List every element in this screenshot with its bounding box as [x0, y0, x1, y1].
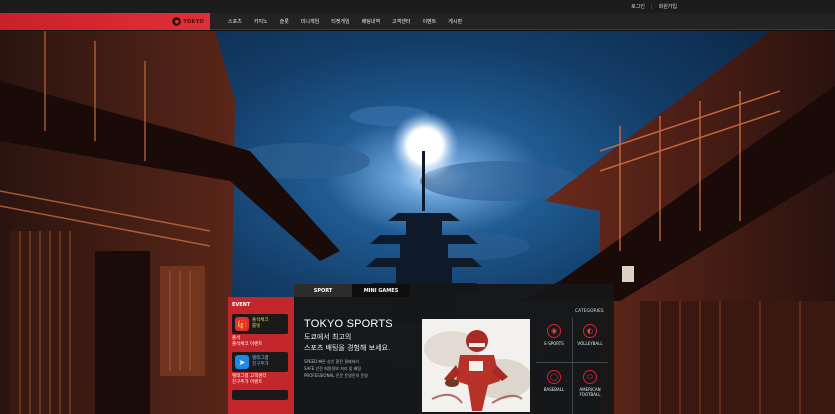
gamepad-icon: ◉ — [547, 324, 561, 338]
login-link[interactable]: 로그인 — [631, 3, 645, 10]
logo-text: TOKYO — [183, 18, 204, 25]
category-label: E-SPORTS — [544, 341, 564, 346]
category-baseball[interactable]: ◯ BASEBALL — [536, 364, 572, 400]
tab-mini-games[interactable]: MINI GAMES — [352, 284, 410, 297]
gift-icon: 🎁 — [235, 317, 249, 331]
sport-subtitle-1: 도쿄에서 최고의 — [304, 333, 352, 341]
nav-menu: 스포츠 카지노 슬롯 미니게임 티켓게임 배팅내역 고객센터 이벤트 게시판 — [222, 13, 468, 30]
nav-item-bet-history[interactable]: 배팅내역 — [356, 18, 386, 25]
baseball-icon: ◯ — [547, 370, 561, 384]
event-title: EVENT — [232, 302, 251, 308]
football-icon: ⬭ — [583, 370, 597, 384]
telegram-friend-banner[interactable]: ➤ 텔레그램 친구추가 — [232, 352, 288, 372]
sport-panel: SPORT MINI GAMES TOKYO SPORTS 도쿄에서 최고의 스… — [294, 284, 614, 414]
logo-emblem-icon: ● — [172, 17, 182, 26]
nav-item-slot[interactable]: 슬롯 — [274, 18, 295, 25]
attendance-badge-label: 출석체크 룰렛 — [252, 318, 269, 329]
category-label: BASEBALL — [543, 387, 565, 392]
nav-item-minigame[interactable]: 미니게임 — [295, 18, 325, 25]
telegram-caption: 텔레그램 고객센터 친구추가 이벤트 — [232, 374, 267, 385]
desc-professional: PROFESSIONAL 전문 운영진의 운영 — [304, 373, 368, 378]
logo[interactable]: ● TOKYO — [172, 17, 204, 26]
category-american-football[interactable]: ⬭ AMERICAN FOOTBALL — [572, 364, 608, 400]
volleyball-icon: ◐ — [583, 324, 597, 338]
sport-description: SPEED 빠른 승인 환전 결제처리 SAFE 안전 회원정보 처리 및 배팅… — [304, 358, 368, 379]
categories-grid: ◉ E-SPORTS ◐ VOLLEYBALL ◯ BASEBALL ⬭ AME… — [536, 318, 608, 414]
nav-item-ticket[interactable]: 티켓게임 — [325, 18, 355, 25]
category-label: VOLLEYBALL — [577, 341, 603, 346]
attendance-caption: 출석 출석체크 이벤트 — [232, 336, 263, 347]
logo-area[interactable]: ● TOKYO — [0, 13, 210, 30]
telegram-badge-label: 텔레그램 친구추가 — [252, 356, 269, 367]
event-sidebar: EVENT 🎁 출석체크 룰렛 출석 출석체크 이벤트 ➤ 텔레그램 친구추가 … — [228, 297, 294, 414]
attendance-roulette-banner[interactable]: 🎁 출석체크 룰렛 — [232, 314, 288, 334]
desc-safe: SAFE 안전 회원정보 처리 및 배팅 — [304, 366, 362, 371]
telegram-icon: ➤ — [235, 355, 249, 369]
sport-subtitle-2: 스포츠 배팅을 경험해 보세요. — [304, 344, 391, 352]
sport-title: TOKYO SPORTS — [304, 318, 393, 330]
main-navbar: ● TOKYO 스포츠 카지노 슬롯 미니게임 티켓게임 배팅내역 고객센터 이… — [0, 13, 835, 30]
desc-speed: SPEED 빠른 승인 환전 결제처리 — [304, 359, 359, 364]
nav-item-support[interactable]: 고객센터 — [386, 18, 416, 25]
category-volleyball[interactable]: ◐ VOLLEYBALL — [572, 318, 608, 354]
grid-divider-horizontal — [536, 362, 608, 363]
category-label: AMERICAN FOOTBALL — [579, 387, 601, 397]
event-banner-partial[interactable] — [232, 390, 288, 400]
football-player-image — [422, 319, 530, 412]
top-utility-bar: 로그인 | 회원가입 — [0, 0, 835, 13]
register-link[interactable]: 회원가입 — [659, 3, 677, 10]
nav-item-event[interactable]: 이벤트 — [416, 18, 442, 25]
tab-sport[interactable]: SPORT — [294, 284, 352, 297]
category-esports[interactable]: ◉ E-SPORTS — [536, 318, 572, 354]
nav-item-board[interactable]: 게시판 — [442, 18, 468, 25]
divider: | — [650, 3, 653, 10]
game-tabs: SPORT MINI GAMES — [294, 284, 614, 297]
nav-item-sports[interactable]: 스포츠 — [222, 18, 248, 25]
nav-item-casino[interactable]: 카지노 — [248, 18, 274, 25]
categories-title: CATEGORIES — [575, 309, 604, 314]
